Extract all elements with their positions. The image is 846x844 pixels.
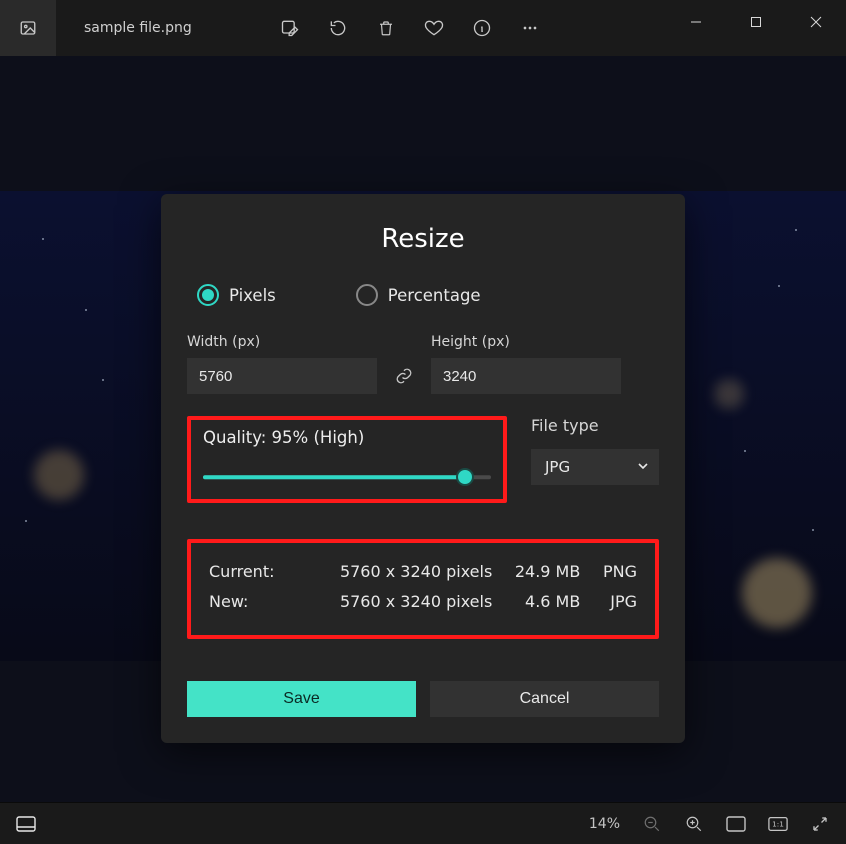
height-field-group: Height (px) xyxy=(431,334,621,394)
heart-icon[interactable] xyxy=(424,18,444,38)
new-label: New: xyxy=(209,587,340,617)
file-type-value: JPG xyxy=(545,458,570,476)
cancel-button[interactable]: Cancel xyxy=(430,681,659,717)
summary-current-row: Current: 5760 x 3240 pixels 24.9 MB PNG xyxy=(209,557,637,587)
unit-radio-group: Pixels Percentage xyxy=(187,284,659,306)
window-controls xyxy=(666,0,846,44)
radio-percentage-label: Percentage xyxy=(388,286,481,305)
width-input[interactable] xyxy=(187,358,377,394)
quality-filetype-row: Quality: 95% (High) File type JPG xyxy=(187,416,659,521)
radio-percentage[interactable]: Percentage xyxy=(356,284,481,306)
more-icon[interactable] xyxy=(520,18,540,38)
svg-text:1:1: 1:1 xyxy=(772,819,784,828)
content-area: Resize Pixels Percentage Width (px) xyxy=(0,56,846,802)
titlebar: sample file.png xyxy=(0,0,846,56)
width-label: Width (px) xyxy=(187,334,377,350)
quality-slider[interactable] xyxy=(203,467,491,487)
rotate-icon[interactable] xyxy=(328,18,348,38)
current-format: PNG xyxy=(580,557,637,587)
width-field-group: Width (px) xyxy=(187,334,377,394)
chevron-down-icon xyxy=(637,458,649,476)
radio-pixels[interactable]: Pixels xyxy=(197,284,276,306)
resize-dialog: Resize Pixels Percentage Width (px) xyxy=(161,194,685,743)
app-icon-tile[interactable] xyxy=(0,0,56,56)
radio-circle-icon xyxy=(356,284,378,306)
file-type-label: File type xyxy=(531,416,659,435)
statusbar: 14% 1:1 xyxy=(0,802,846,844)
height-input[interactable] xyxy=(431,358,621,394)
quality-annotation: Quality: 95% (High) xyxy=(187,416,507,503)
quality-label: Quality: 95% (High) xyxy=(203,428,491,447)
status-right-group: 14% 1:1 xyxy=(589,814,830,834)
summary-new-row: New: 5760 x 3240 pixels 4.6 MB JPG xyxy=(209,587,637,617)
fullscreen-icon[interactable] xyxy=(810,814,830,834)
maximize-button[interactable] xyxy=(726,0,786,44)
trash-icon[interactable] xyxy=(376,18,396,38)
actual-size-icon[interactable]: 1:1 xyxy=(768,814,788,834)
save-button[interactable]: Save xyxy=(187,681,416,717)
current-size: 24.9 MB xyxy=(504,557,580,587)
title-toolbar xyxy=(280,0,540,56)
dialog-title: Resize xyxy=(187,224,659,254)
edit-image-icon[interactable] xyxy=(280,18,300,38)
dialog-buttons: Save Cancel xyxy=(187,681,659,717)
new-size: 4.6 MB xyxy=(504,587,580,617)
current-dimensions: 5760 x 3240 pixels xyxy=(340,557,504,587)
current-label: Current: xyxy=(209,557,340,587)
link-aspect-button[interactable] xyxy=(385,358,423,394)
filename-label: sample file.png xyxy=(84,20,192,36)
minimize-button[interactable] xyxy=(666,0,726,44)
height-label: Height (px) xyxy=(431,334,621,350)
new-dimensions: 5760 x 3240 pixels xyxy=(340,587,504,617)
image-icon xyxy=(18,18,38,38)
radio-pixels-label: Pixels xyxy=(229,286,276,305)
file-type-dropdown[interactable]: JPG xyxy=(531,449,659,485)
slider-thumb[interactable] xyxy=(456,468,474,486)
summary-annotation: Current: 5760 x 3240 pixels 24.9 MB PNG … xyxy=(187,539,659,639)
zoom-in-icon[interactable] xyxy=(684,814,704,834)
fit-to-window-icon[interactable] xyxy=(726,814,746,834)
slider-fill xyxy=(203,475,465,479)
window: sample file.png xyxy=(0,0,846,844)
info-icon[interactable] xyxy=(472,18,492,38)
zoom-out-icon[interactable] xyxy=(642,814,662,834)
filetype-group: File type JPG xyxy=(531,416,659,485)
dimensions-row: Width (px) Height (px) xyxy=(187,334,659,394)
radio-circle-icon xyxy=(197,284,219,306)
zoom-percentage: 14% xyxy=(589,816,620,832)
filmstrip-toggle-icon[interactable] xyxy=(16,814,36,834)
close-button[interactable] xyxy=(786,0,846,44)
new-format: JPG xyxy=(580,587,637,617)
